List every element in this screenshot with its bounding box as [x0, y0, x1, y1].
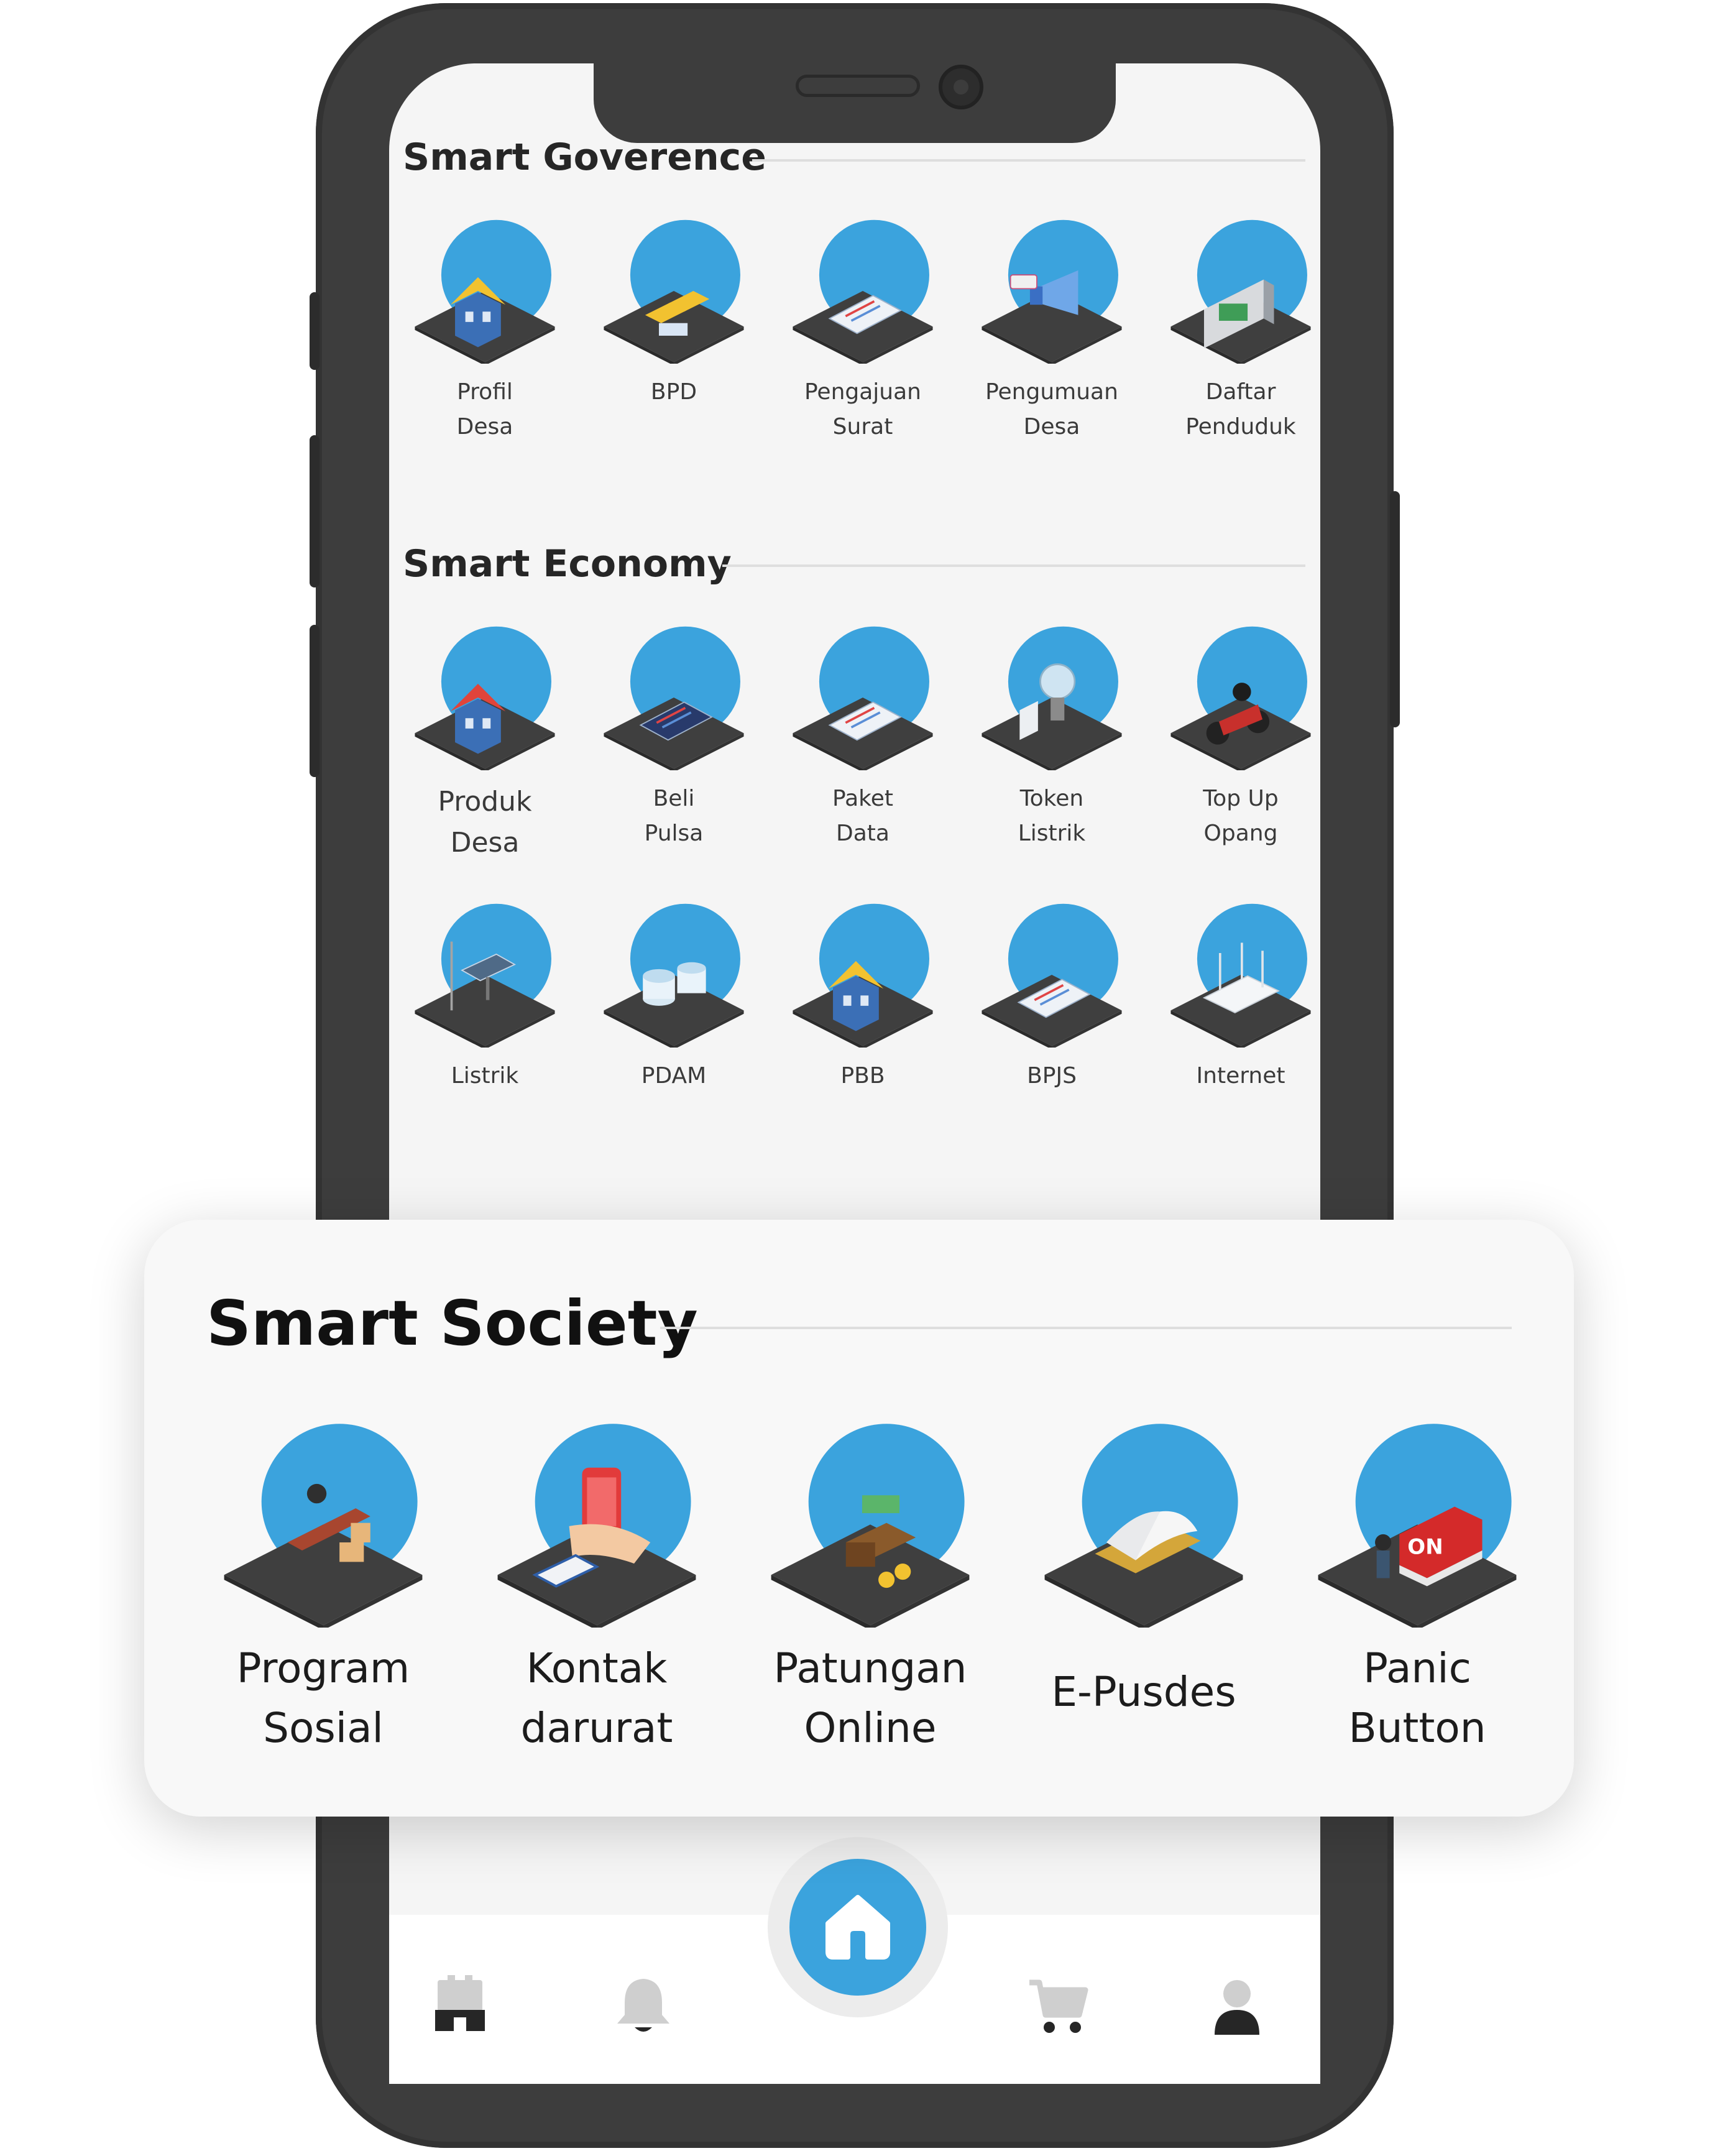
letter-icon [793, 219, 933, 364]
section-title-society: Smart Society [206, 1287, 698, 1360]
menu-item-meeting[interactable]: BPD [587, 218, 761, 410]
menu-item-label: Listrik [451, 1063, 519, 1089]
menu-item-crowdfunding[interactable]: Patungan Online [752, 1421, 988, 1758]
menu-item-solar-panel[interactable]: Listrik [398, 901, 572, 1094]
panic-button-icon: ON [1318, 1424, 1517, 1628]
menu-item-panic-button[interactable]: ON Panic Button [1299, 1421, 1535, 1758]
menu-item-label: Daftar Penduduk [1185, 379, 1296, 440]
bell-icon [617, 1979, 669, 2032]
menu-item-label: Panic Button [1348, 1644, 1486, 1753]
menu-item-label: Paket Data [832, 786, 893, 847]
home-icon [825, 1895, 890, 1960]
menu-item-health-card[interactable]: BPJS [965, 901, 1139, 1094]
volume-down-button [310, 625, 320, 777]
menu-item-motorbike[interactable]: Top Up Opang [1154, 624, 1328, 851]
solar-panel-icon [415, 903, 555, 1048]
social-program-icon [224, 1424, 423, 1628]
menu-item-label: Beli Pulsa [644, 786, 704, 847]
menu-item-label: PBB [840, 1063, 885, 1089]
power-button [1390, 491, 1400, 727]
phone-credit-icon [604, 626, 744, 771]
menu-item-label: Patungan Online [773, 1644, 967, 1753]
menu-item-letter[interactable]: Pengajuan Surat [776, 218, 950, 445]
menu-item-label: Top Up Opang [1203, 786, 1279, 847]
menu-item-tax-house[interactable]: PBB [776, 901, 950, 1094]
section-title-economy: Smart Economy [403, 542, 732, 586]
nav-profile[interactable] [1206, 1974, 1268, 2042]
water-tank-icon [604, 903, 744, 1048]
front-camera [939, 65, 983, 109]
section-divider [722, 564, 1305, 567]
menu-item-label: Pengajuan Surat [804, 379, 921, 440]
menu-item-phone-credit[interactable]: Beli Pulsa [587, 624, 761, 851]
lightbulb-icon [982, 626, 1122, 771]
section-divider [660, 1327, 1512, 1329]
data-package-icon [793, 626, 933, 771]
menu-item-data-package[interactable]: Paket Data [776, 624, 950, 851]
tax-house-icon [793, 903, 933, 1048]
crowdfunding-icon [771, 1424, 970, 1628]
menu-item-water-tank[interactable]: PDAM [587, 901, 761, 1094]
section-divider [752, 159, 1305, 162]
earpiece-speaker [796, 75, 920, 97]
menu-item-board[interactable]: Daftar Penduduk [1154, 218, 1328, 445]
shop-icon [415, 626, 555, 771]
store-icon [435, 1975, 485, 2031]
megaphone-icon [982, 219, 1122, 364]
menu-item-megaphone[interactable]: Pengumuan Desa [965, 218, 1139, 445]
notch [594, 59, 1116, 143]
menu-item-label: Internet [1196, 1063, 1285, 1089]
cart-icon [1029, 1979, 1088, 2033]
nav-notifications[interactable] [612, 1974, 674, 2042]
menu-item-label: Profil Desa [456, 379, 513, 440]
menu-item-label: Token Listrik [1018, 786, 1086, 847]
nav-store[interactable] [429, 1974, 491, 2042]
motorbike-icon [1170, 626, 1311, 771]
menu-item-label: BPD [650, 379, 697, 405]
home-button[interactable] [789, 1859, 926, 1996]
menu-item-label: PDAM [641, 1063, 707, 1089]
volume-up-button [310, 435, 320, 587]
router-icon [1170, 903, 1311, 1048]
volume-silent-button [310, 292, 320, 370]
menu-item-label: E-Pusdes [1051, 1668, 1236, 1716]
menu-item-label: Program Sosial [236, 1644, 410, 1753]
menu-item-emergency-contact[interactable]: Kontak darurat [479, 1421, 715, 1758]
menu-item-label: Kontak darurat [520, 1644, 673, 1753]
menu-item-lightbulb[interactable]: Token Listrik [965, 624, 1139, 851]
nav-cart[interactable] [1027, 1974, 1089, 2042]
house-icon [415, 219, 555, 364]
menu-item-label: Pengumuan Desa [985, 379, 1118, 440]
board-icon [1170, 219, 1311, 364]
profile-icon [1215, 1980, 1259, 2035]
menu-item-shop[interactable]: Produk Desa [398, 624, 572, 864]
menu-item-label: Produk Desa [438, 786, 532, 859]
book-icon [1044, 1424, 1243, 1628]
section-title-governance: Smart Goverence [403, 136, 766, 179]
menu-item-house[interactable]: Profil Desa [398, 218, 572, 445]
menu-item-router[interactable]: Internet [1154, 901, 1328, 1094]
health-card-icon [982, 903, 1122, 1048]
emergency-contact-icon [497, 1424, 696, 1628]
menu-item-book[interactable]: E-Pusdes [1026, 1421, 1262, 1722]
meeting-icon [604, 219, 744, 364]
menu-item-label: BPJS [1027, 1063, 1077, 1089]
svg-text:ON: ON [1407, 1534, 1443, 1559]
menu-item-social-program[interactable]: Program Sosial [205, 1421, 441, 1758]
